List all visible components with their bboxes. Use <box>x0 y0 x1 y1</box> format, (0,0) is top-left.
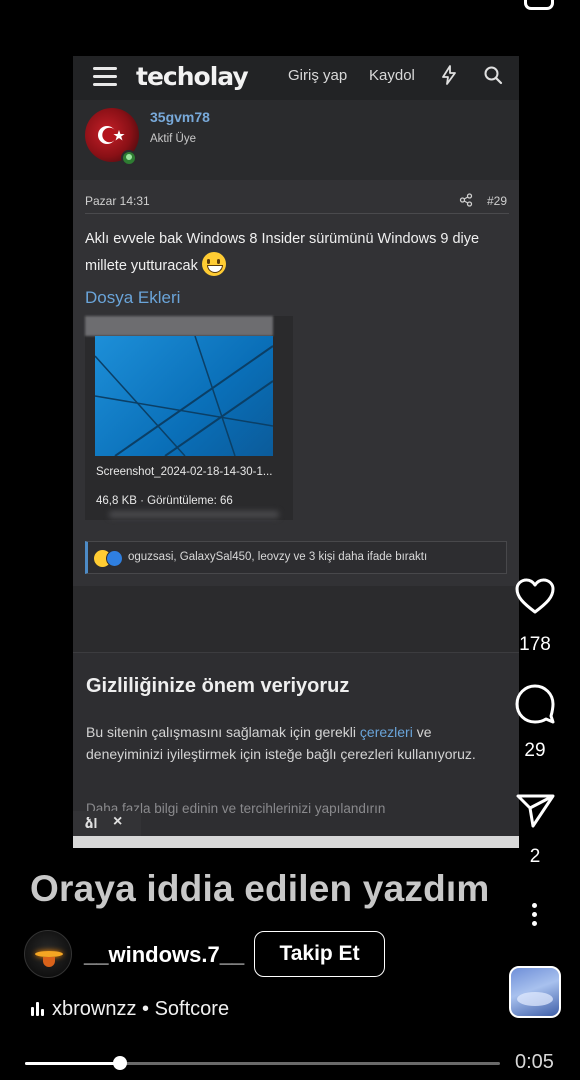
cookies-link[interactable]: çerezleri <box>360 724 413 740</box>
post-date[interactable]: Pazar 14:31 <box>85 194 150 208</box>
attachment-card[interactable]: Screenshot_2024-02-18-14-30-1... 46,8 KB… <box>85 316 293 520</box>
cookie-body: Bu sitenin çalışmasını sağlamak için ger… <box>86 721 486 765</box>
attachment-meta: 46,8 KB · Görüntüleme: 66 <box>96 495 233 507</box>
blurred-area <box>109 511 279 518</box>
attachment-thumbnail[interactable] <box>95 336 273 456</box>
screenshot-bottom-edge <box>73 836 519 848</box>
separator-band <box>73 586 519 652</box>
send-icon[interactable] <box>513 788 557 832</box>
embedded-screenshot: techolay Giriş yap Kaydol 35gvm78 Aktif … <box>73 56 519 848</box>
corner-logo: ձl <box>85 815 98 831</box>
author-username[interactable]: 35gvm78 <box>150 109 210 125</box>
bolt-icon[interactable] <box>438 64 460 86</box>
audio-thumbnail[interactable] <box>509 966 561 1018</box>
elapsed-time: 0:05 <box>515 1051 554 1073</box>
progress-knob[interactable] <box>113 1056 127 1070</box>
register-link[interactable]: Kaydol <box>369 67 415 84</box>
channel-name[interactable]: __windows.7__ <box>84 942 244 968</box>
post-author: 35gvm78 Aktif Üye <box>73 100 519 180</box>
comments-count[interactable]: 29 <box>505 740 565 762</box>
reactions-bar[interactable]: oguzsasi, GalaxySal450, leovzy ve 3 kişi… <box>85 541 507 574</box>
more-icon[interactable] <box>532 903 537 930</box>
author-role: Aktif Üye <box>150 133 197 145</box>
search-icon[interactable] <box>482 64 504 86</box>
camera-icon[interactable] <box>524 0 554 10</box>
like-reaction-icon <box>106 550 123 567</box>
close-icon[interactable]: × <box>113 813 122 831</box>
cookie-title: Gizliliğinize önem veriyoruz <box>86 675 350 697</box>
video-progress[interactable] <box>25 1056 500 1070</box>
comment-icon[interactable] <box>513 682 557 726</box>
attachment-filename[interactable]: Screenshot_2024-02-18-14-30-1... <box>96 466 288 478</box>
cookie-corner-widget: ձl × <box>73 811 141 837</box>
cookie-body-part-1: Bu sitenin çalışmasını sağlamak için ger… <box>86 724 360 740</box>
login-link[interactable]: Giriş yap <box>288 67 347 84</box>
heart-icon[interactable] <box>513 575 557 619</box>
follow-button[interactable]: Takip Et <box>254 931 385 977</box>
likes-count[interactable]: 178 <box>505 634 565 656</box>
thumbnail-top-bar <box>85 316 273 336</box>
reactions-text: oguzsasi, GalaxySal450, leovzy ve 3 kişi… <box>128 551 428 563</box>
progress-fill <box>25 1062 120 1065</box>
music-bars-icon <box>31 1002 45 1016</box>
caption-overlay: Oraya iddia edilen yazdım <box>30 868 490 909</box>
divider <box>85 213 509 214</box>
forum-navbar: techolay Giriş yap Kaydol <box>73 56 519 100</box>
post-body: Pazar 14:31 #29 Aklı evvele bak Windows … <box>73 180 519 650</box>
forum-logo[interactable]: techolay <box>136 62 249 91</box>
post-number[interactable]: #29 <box>487 194 507 208</box>
cookie-banner: Gizliliğinize önem veriyoruz Bu sitenin … <box>73 652 519 837</box>
shares-count[interactable]: 2 <box>505 846 565 868</box>
attachments-title: Dosya Ekleri <box>85 288 181 307</box>
post-text: Aklı evvele bak Windows 8 Insider sürümü… <box>85 226 505 279</box>
channel-avatar[interactable] <box>24 930 72 978</box>
flag-crescent-icon <box>98 126 125 144</box>
share-icon[interactable] <box>459 193 473 207</box>
music-info[interactable]: xbrownzz • Softcore <box>52 998 229 1021</box>
menu-icon[interactable] <box>93 67 117 86</box>
online-status-icon <box>121 150 137 166</box>
grinning-emoji-icon <box>201 252 226 276</box>
post-text-content: Aklı evvele bak Windows 8 Insider sürümü… <box>85 231 480 274</box>
